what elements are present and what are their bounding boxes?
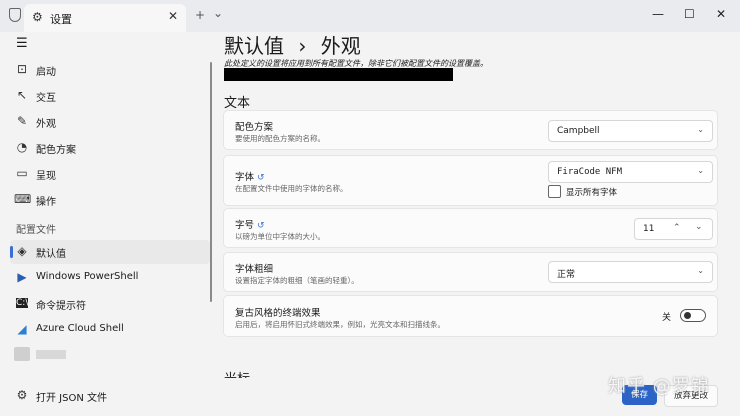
maximize-button[interactable]: ☐ xyxy=(684,7,695,21)
dropdown-value: FiraCode NFM xyxy=(557,167,623,177)
breadcrumb-separator: › xyxy=(298,34,307,58)
sidebar-item-launch[interactable]: ⊡ 启动 xyxy=(10,58,210,82)
setting-title: 复古风格的终端效果 xyxy=(235,308,321,319)
font-face-dropdown[interactable]: FiraCode NFM ⌄ xyxy=(548,161,713,183)
setting-title-text: 字号 xyxy=(235,220,255,231)
tab-label: 设置 xyxy=(50,13,72,26)
shield-icon xyxy=(9,8,21,22)
interaction-icon: ↖ xyxy=(16,88,28,102)
close-button[interactable]: ✕ xyxy=(716,7,726,21)
retro-effects-toggle[interactable] xyxy=(680,309,706,322)
palette-icon: ◔ xyxy=(16,140,28,154)
sidebar-item-cmd[interactable]: C:\ 命令提示符 xyxy=(10,292,210,316)
reset-icon[interactable]: ↺ xyxy=(257,173,265,183)
setting-font-size: 字号 ↺ 以磅为单位中字体的大小。 11 ⌃ ⌄ xyxy=(223,208,718,248)
launch-icon: ⊡ xyxy=(16,62,28,76)
font-weight-dropdown[interactable]: 正常 ⌄ xyxy=(548,261,713,283)
sidebar-item-label: Azure Cloud Shell xyxy=(36,323,124,334)
brush-icon: ✎ xyxy=(16,114,28,128)
section-profiles: 配置文件 xyxy=(16,225,56,236)
dropdown-value: Campbell xyxy=(557,126,600,136)
sidebar-item-appearance[interactable]: ✎ 外观 xyxy=(10,110,210,134)
section-heading-cursor: 光标 xyxy=(224,368,250,378)
reset-icon[interactable]: ↺ xyxy=(257,221,265,231)
setting-subtitle: 要使用的配色方案的名称。 xyxy=(235,134,325,143)
setting-subtitle: 启用后，将启用怀旧式终端效果，例如，光亮文本和扫描线条。 xyxy=(235,320,445,329)
tab-close-button[interactable]: ✕ xyxy=(168,9,178,23)
setting-font-weight: 字体粗细 设置指定字体的粗细（笔画的轻重）。 正常 ⌄ xyxy=(223,252,718,292)
sidebar-item-azure[interactable]: ◢ Azure Cloud Shell xyxy=(10,318,210,342)
setting-title: 字体 ↺ xyxy=(235,169,265,183)
powershell-icon: ▶ xyxy=(17,270,27,284)
sidebar-item-label: 外观 xyxy=(36,119,56,130)
monitor-icon: ▭ xyxy=(16,166,28,180)
stepper-value: 11 xyxy=(643,224,655,234)
page-title: 默认值 › 外观 xyxy=(224,30,361,59)
sidebar-item-label: 呈现 xyxy=(36,171,56,182)
sidebar-item-interaction[interactable]: ↖ 交互 xyxy=(10,84,210,108)
toggle-knob xyxy=(684,312,691,319)
sidebar-item-label: 配色方案 xyxy=(36,145,76,156)
hamburger-menu-icon[interactable]: ☰ xyxy=(16,36,28,51)
sidebar-item-label: Windows PowerShell xyxy=(36,271,139,282)
azure-icon: ◢ xyxy=(17,322,27,336)
setting-retro-effects: 复古风格的终端效果 启用后，将启用怀旧式终端效果，例如，光亮文本和扫描线条。 关 xyxy=(223,295,718,337)
open-json-button[interactable]: ⚙ 打开 JSON 文件 xyxy=(10,384,210,408)
setting-subtitle: 以磅为单位中字体的大小。 xyxy=(235,232,325,241)
section-heading-text: 文本 xyxy=(224,96,251,111)
sidebar-item-defaults[interactable]: ◈ 默认值 xyxy=(10,240,210,264)
minimize-button[interactable]: — xyxy=(652,7,664,21)
color-scheme-dropdown[interactable]: Campbell ⌄ xyxy=(548,120,713,142)
sidebar-item-label: 交互 xyxy=(36,93,56,104)
gear-icon: ⚙ xyxy=(16,388,28,402)
setting-title: 字号 ↺ xyxy=(235,217,265,231)
sidebar-item-label: 默认值 xyxy=(36,249,66,260)
setting-subtitle: 在配置文件中使用的字体的名称。 xyxy=(235,184,348,193)
toggle-state-label: 关 xyxy=(662,313,672,323)
setting-title: 字体粗细 xyxy=(235,264,274,275)
watermark: 知乎 @罗锦 xyxy=(608,376,710,397)
sidebar-item-color-schemes[interactable]: ◔ 配色方案 xyxy=(10,136,210,160)
sidebar-item-rendering[interactable]: ▭ 呈现 xyxy=(10,162,210,186)
tab-settings[interactable]: ⚙ 设置 ✕ xyxy=(24,4,186,32)
setting-title-text: 字体 xyxy=(235,172,255,183)
setting-title: 配色方案 xyxy=(235,122,274,133)
profile-label-blurred[interactable] xyxy=(36,350,66,359)
chevron-down-icon: ⌄ xyxy=(697,125,704,134)
gear-icon: ⚙ xyxy=(32,10,43,24)
show-all-fonts-label: 显示所有字体 xyxy=(566,188,618,198)
sidebar-item-label: 操作 xyxy=(36,197,56,208)
breadcrumb-current: 外观 xyxy=(320,34,361,58)
profile-icon-blurred[interactable] xyxy=(14,347,30,361)
sidebar-scrollbar[interactable] xyxy=(210,62,212,302)
sidebar-item-label: 启动 xyxy=(36,67,56,78)
chevron-down-icon: ⌄ xyxy=(697,266,704,275)
sidebar-item-actions[interactable]: ⌨ 操作 xyxy=(10,188,210,212)
layers-icon: ◈ xyxy=(17,244,27,258)
open-json-label: 打开 JSON 文件 xyxy=(36,393,108,404)
dropdown-value: 正常 xyxy=(557,270,576,280)
sidebar-item-powershell[interactable]: ▶ Windows PowerShell xyxy=(10,266,210,290)
sidebar-item-label: 命令提示符 xyxy=(36,301,86,312)
chevron-down-icon: ⌄ xyxy=(697,166,704,175)
cmd-icon: C:\ xyxy=(16,298,29,308)
setting-color-scheme: 配色方案 要使用的配色方案的名称。 Campbell ⌄ xyxy=(223,110,718,150)
new-tab-button[interactable]: + xyxy=(195,8,205,22)
font-size-stepper[interactable]: 11 ⌃ ⌄ xyxy=(634,218,713,240)
show-all-fonts-checkbox[interactable] xyxy=(548,185,561,198)
keyboard-icon: ⌨ xyxy=(14,192,32,206)
redaction-bar xyxy=(224,68,453,81)
setting-font-face: 字体 ↺ 在配置文件中使用的字体的名称。 FiraCode NFM ⌄ 显示所有… xyxy=(223,155,718,206)
breadcrumb-parent[interactable]: 默认值 xyxy=(224,34,284,58)
tab-dropdown-button[interactable]: ⌄ xyxy=(213,6,223,20)
chevron-up-icon[interactable]: ⌃ xyxy=(673,223,681,233)
setting-subtitle: 设置指定字体的粗细（笔画的轻重）。 xyxy=(235,276,359,285)
chevron-down-icon[interactable]: ⌄ xyxy=(695,222,703,232)
